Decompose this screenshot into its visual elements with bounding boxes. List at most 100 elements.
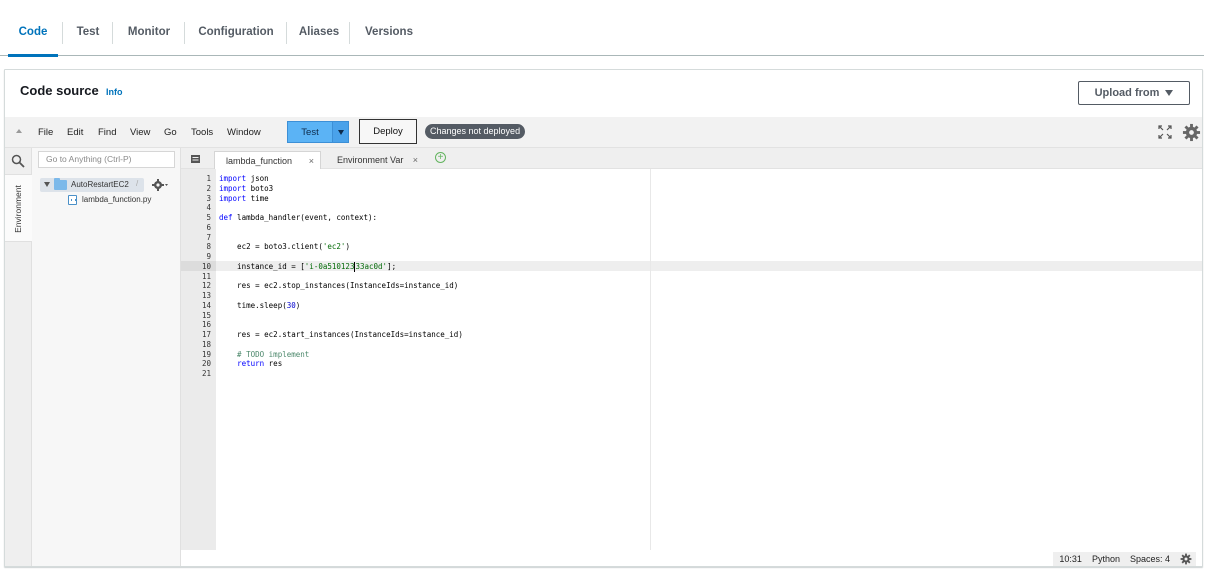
menu-find[interactable]: Find	[98, 127, 116, 138]
environment-tab[interactable]: Environment	[5, 174, 32, 242]
line-number: 19	[201, 349, 211, 359]
code-token: import	[219, 193, 247, 203]
editor-tab-environment-variables[interactable]: Environment Var ×	[326, 151, 424, 169]
editor-tabs: lambda_function × Environment Var × +	[181, 148, 1202, 169]
tab-versions[interactable]: Versions	[360, 0, 418, 56]
line-number: 8	[206, 242, 211, 252]
environment-label: Environment	[13, 185, 23, 233]
tab-divider	[349, 22, 350, 44]
line-number: 21	[201, 369, 211, 378]
menu-tools[interactable]: Tools	[191, 127, 213, 138]
line-number: 9	[206, 252, 211, 261]
code-token: res	[264, 359, 283, 369]
text-cursor	[354, 261, 356, 272]
file-label: lambda_function.py	[82, 195, 152, 204]
code-token: import	[219, 183, 247, 193]
code-line: # TODO implement	[219, 350, 309, 359]
status-badge: Changes not deployed	[425, 124, 526, 139]
line-number: 3	[206, 193, 211, 203]
menu-edit[interactable]: Edit	[67, 127, 83, 138]
line-number: 4	[206, 203, 211, 213]
function-tabs: Code Test Monitor Configuration Aliases …	[0, 0, 1204, 57]
line-number: 18	[201, 339, 211, 349]
tab-test[interactable]: Test	[68, 0, 108, 56]
code-token: time	[246, 193, 269, 203]
editor-status-bar: 10:31 Python Spaces: 4	[181, 550, 1202, 566]
code-line: ec2 = boto3.client('ec2')	[219, 242, 350, 251]
gear-icon[interactable]	[1180, 553, 1192, 565]
language-mode[interactable]: Python	[1092, 554, 1120, 564]
chevron-down-icon[interactable]	[44, 182, 50, 187]
file-tree: Go to Anything (Ctrl-P) AutoRestartEC2 /…	[32, 148, 181, 566]
ide-left-rail: Environment	[5, 148, 32, 566]
code-area[interactable]: import json import boto3 import time def la…	[216, 169, 1202, 550]
editor-tab-label: lambda_function	[226, 156, 293, 166]
go-to-anything-input[interactable]: Go to Anything (Ctrl-P)	[38, 151, 175, 168]
menu-window[interactable]: Window	[227, 127, 261, 138]
indent-setting[interactable]: Spaces: 4	[1130, 554, 1170, 564]
line-number: 1	[206, 174, 211, 183]
tab-list-icon[interactable]	[191, 155, 200, 163]
folder-icon	[54, 178, 67, 190]
code-editor[interactable]: 1 2 3 4 5 6 7 8 9 10 11 12 13 14 15 16 17 18 19 20 21 import…	[181, 169, 1202, 550]
gear-icon[interactable]	[1182, 123, 1201, 142]
tab-divider	[112, 22, 113, 44]
deploy-button[interactable]: Deploy	[359, 119, 417, 144]
tree-folder[interactable]: AutoRestartEC2 /	[40, 178, 144, 192]
tab-code[interactable]: Code	[8, 0, 58, 57]
tab-aliases[interactable]: Aliases	[294, 0, 344, 56]
tree-settings-icon[interactable]	[151, 178, 169, 192]
ide-menubar: File Edit Find View Go Tools Window Test…	[5, 117, 1202, 148]
line-number-gutter: 1 2 3 4 5 6 7 8 9 10 11 12 13 14 15 16 17 18 19 20 21	[181, 169, 216, 550]
code-token: 33ac0d'	[355, 261, 388, 271]
code-line: import json	[219, 174, 269, 183]
line-number: 20	[201, 359, 211, 369]
upload-from-button[interactable]: Upload from	[1078, 81, 1190, 105]
code-token: # TODO implement	[219, 349, 310, 359]
code-token: instance_id = [	[219, 261, 305, 271]
line-number: 12	[201, 281, 211, 291]
caret-down-icon	[1165, 90, 1174, 96]
test-dropdown-button[interactable]	[332, 121, 349, 143]
line-number: 14	[201, 300, 211, 310]
code-token: )	[345, 242, 350, 252]
info-link[interactable]: Info	[106, 87, 123, 97]
code-line: res = ec2.start_instances(InstanceIds=in…	[219, 330, 463, 339]
code-token: json	[246, 174, 269, 183]
cloud9-ide: File Edit Find View Go Tools Window Test…	[5, 117, 1202, 566]
collapse-menu-icon[interactable]	[16, 129, 22, 133]
menu-go[interactable]: Go	[164, 127, 177, 138]
search-icon[interactable]	[11, 154, 25, 168]
add-tab-icon[interactable]: +	[435, 152, 446, 163]
tab-divider	[184, 22, 185, 44]
code-token: 'i-0a510123	[304, 261, 355, 271]
chevron-down-icon	[337, 129, 344, 135]
code-token: res = ec2.stop_instances(InstanceIds=ins…	[219, 281, 459, 291]
menu-view[interactable]: View	[130, 127, 150, 138]
fullscreen-icon[interactable]	[1158, 125, 1172, 139]
editor-tab-lambda-function[interactable]: lambda_function ×	[214, 151, 321, 169]
menu-file[interactable]: File	[38, 127, 53, 138]
code-token: 'ec2'	[322, 242, 346, 252]
line-number: 17	[201, 330, 211, 339]
folder-suffix: /	[136, 179, 139, 188]
test-button[interactable]: Test	[287, 121, 333, 143]
code-line: def lambda_handler(event, context):	[219, 213, 377, 222]
status-info: 10:31 Python Spaces: 4	[1053, 552, 1196, 566]
tab-configuration[interactable]: Configuration	[192, 0, 280, 56]
line-number: 11	[201, 271, 211, 281]
code-line: time.sleep(30)	[219, 301, 300, 310]
tab-monitor[interactable]: Monitor	[121, 0, 177, 56]
close-icon[interactable]: ×	[309, 152, 314, 170]
cursor-position[interactable]: 10:31	[1059, 554, 1082, 564]
code-token: ];	[387, 261, 397, 271]
code-line: import boto3	[219, 184, 273, 193]
code-line: import time	[219, 194, 269, 203]
code-token: )	[295, 300, 301, 310]
code-line: return res	[219, 359, 282, 368]
close-icon[interactable]: ×	[413, 151, 418, 169]
code-token: def	[219, 213, 233, 222]
code-token: return	[237, 359, 265, 369]
line-number: 16	[201, 320, 211, 330]
